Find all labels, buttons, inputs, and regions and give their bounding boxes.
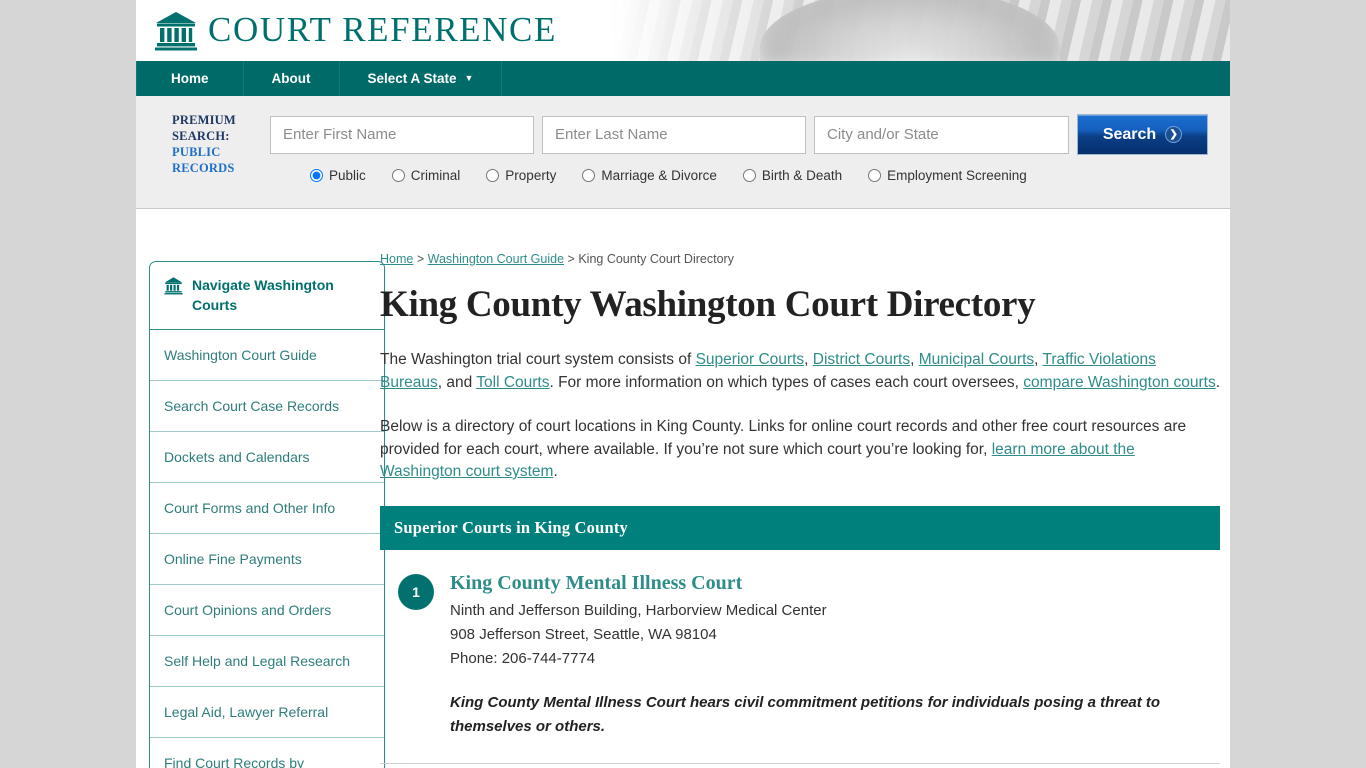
breadcrumb-separator-2: > xyxy=(567,252,575,266)
intro-paragraph-1: The Washington trial court system consis… xyxy=(380,349,1220,394)
first-name-input[interactable] xyxy=(270,115,534,154)
link-toll-courts[interactable]: Toll Courts xyxy=(476,374,549,391)
premium-label-line1: PREMIUM xyxy=(172,113,236,127)
chevron-down-icon: ▼ xyxy=(464,73,474,83)
premium-search-bar: PREMIUM SEARCH: PUBLIC RECORDS Search ❯ … xyxy=(136,96,1230,209)
radio-label-property: Property xyxy=(505,168,557,183)
breadcrumb-link-home[interactable]: Home xyxy=(380,252,413,266)
search-category-radio-group: Public Criminal Property Marriage & Divo… xyxy=(310,168,1053,183)
sidebar-item-self-help-and-legal-research[interactable]: Self Help and Legal Research xyxy=(150,636,384,687)
sidebar-item-online-fine-payments[interactable]: Online Fine Payments xyxy=(150,534,384,585)
link-superior-courts[interactable]: Superior Courts xyxy=(696,351,805,368)
section-header-superior-courts: Superior Courts in King County xyxy=(380,505,1220,550)
court-listing-divider xyxy=(380,762,1220,764)
court-description-note: King County Mental Illness Court hears c… xyxy=(450,693,1161,735)
radio-option-birth-death[interactable]: Birth & Death xyxy=(742,168,843,183)
sidebar-item-court-opinions-and-orders[interactable]: Court Opinions and Orders xyxy=(150,585,384,636)
sidebar-item-search-court-case-records[interactable]: Search Court Case Records xyxy=(150,381,384,432)
intro1-text1: The Washington trial court system consis… xyxy=(380,351,696,368)
last-name-input[interactable] xyxy=(542,115,806,154)
breadcrumb-current: King County Court Directory xyxy=(578,252,734,266)
nav-item-about-label: About xyxy=(271,71,311,86)
site-brand-name: COURT REFERENCE xyxy=(208,10,557,49)
premium-label-line2: SEARCH: xyxy=(172,129,230,143)
breadcrumb-link-washington-court-guide[interactable]: Washington Court Guide xyxy=(428,252,564,266)
site-logo[interactable]: COURT REFERENCE xyxy=(154,8,557,52)
page-root: COURT REFERENCE Home About Select A Stat… xyxy=(0,0,1366,768)
court-details: King County Mental Illness Court Ninth a… xyxy=(450,572,1220,739)
intro1-text7: . xyxy=(1215,373,1221,391)
radio-option-property[interactable]: Property xyxy=(486,168,556,183)
search-button[interactable]: Search ❯ xyxy=(1077,114,1208,155)
radio-input-property[interactable] xyxy=(486,169,500,182)
breadcrumb: Home > Washington Court Guide > King Cou… xyxy=(380,252,1220,266)
main-navigation: Home About Select A State ▼ xyxy=(136,61,1230,96)
radio-option-public[interactable]: Public xyxy=(310,168,366,183)
intro1-text5: , and xyxy=(437,373,477,391)
sidebar-navigate-washington-courts: Navigate Washington Courts Washington Co… xyxy=(149,261,385,768)
courthouse-icon xyxy=(155,12,197,51)
nav-item-about[interactable]: About xyxy=(244,61,340,96)
sidebar-header: Navigate Washington Courts xyxy=(150,262,384,330)
radio-option-employment-screening[interactable]: Employment Screening xyxy=(868,168,1027,183)
intro1-text3: , xyxy=(910,351,919,368)
radio-label-criminal: Criminal xyxy=(410,168,461,183)
radio-input-criminal[interactable] xyxy=(391,169,405,182)
radio-label-employment-screening: Employment Screening xyxy=(887,168,1027,183)
court-name-link[interactable]: King County Mental Illness Court xyxy=(450,572,1220,595)
site-masthead: COURT REFERENCE xyxy=(136,0,1230,61)
radio-label-birth-death: Birth & Death xyxy=(761,168,843,183)
page-title: King County Washington Court Directory xyxy=(380,284,1036,325)
intro1-text2: , xyxy=(804,351,813,368)
main-column: Home > Washington Court Guide > King Cou… xyxy=(380,252,1225,764)
city-state-input[interactable] xyxy=(814,115,1069,154)
link-compare-washington-courts[interactable]: compare Washington courts xyxy=(1023,374,1215,391)
chevron-right-icon: ❯ xyxy=(1165,126,1183,143)
court-address-line-2: 908 Jefferson Street, Seattle, WA 98104 xyxy=(450,625,717,643)
intro1-text6: . For more information on which types of… xyxy=(549,373,1024,391)
intro2-text2: . xyxy=(553,463,558,480)
link-municipal-courts[interactable]: Municipal Courts xyxy=(919,351,1034,368)
radio-input-public[interactable] xyxy=(310,169,323,182)
radio-option-marriage-divorce[interactable]: Marriage & Divorce xyxy=(582,168,717,183)
nav-item-home-label: Home xyxy=(171,71,209,86)
court-number-badge: 1 xyxy=(398,573,434,610)
intro-paragraph-2: Below is a directory of court locations … xyxy=(380,416,1220,484)
court-phone: Phone: 206-744-7774 xyxy=(450,649,596,667)
link-district-courts[interactable]: District Courts xyxy=(813,351,910,368)
radio-input-birth-death[interactable] xyxy=(742,169,756,182)
nav-item-select-a-state[interactable]: Select A State ▼ xyxy=(340,61,503,96)
radio-label-public: Public xyxy=(329,168,366,183)
premium-label-line4: RECORDS xyxy=(172,161,235,175)
sidebar-item-dockets-and-calendars[interactable]: Dockets and Calendars xyxy=(150,432,384,483)
radio-input-marriage-divorce[interactable] xyxy=(582,169,596,182)
search-button-label: Search xyxy=(1102,125,1157,143)
sidebar-item-court-forms-and-other-info[interactable]: Court Forms and Other Info xyxy=(150,483,384,534)
search-fields-group: Search ❯ xyxy=(270,114,1208,155)
premium-search-label: PREMIUM SEARCH: PUBLIC RECORDS xyxy=(172,112,268,176)
sidebar-header-label: Navigate Washington Courts xyxy=(192,277,334,313)
nav-item-select-a-state-label: Select A State xyxy=(367,71,457,86)
courthouse-icon xyxy=(164,277,183,295)
premium-label-line3: PUBLIC xyxy=(172,145,221,159)
sidebar-item-legal-aid-lawyer-referral[interactable]: Legal Aid, Lawyer Referral xyxy=(150,687,384,738)
breadcrumb-separator-1: > xyxy=(416,252,425,266)
sidebar-item-washington-court-guide[interactable]: Washington Court Guide xyxy=(150,330,384,381)
site-container: COURT REFERENCE Home About Select A Stat… xyxy=(136,0,1230,768)
radio-option-criminal[interactable]: Criminal xyxy=(391,168,461,183)
sidebar-item-find-court-records-by-county[interactable]: Find Court Records by Washington County xyxy=(150,738,384,768)
radio-label-marriage-divorce: Marriage & Divorce xyxy=(601,168,717,183)
nav-item-home[interactable]: Home xyxy=(136,61,244,96)
radio-input-employment-screening[interactable] xyxy=(868,169,882,182)
court-listing-item: 1 King County Mental Illness Court Ninth… xyxy=(380,550,1220,757)
court-address-line-1: Ninth and Jefferson Building, Harborview… xyxy=(450,601,827,619)
masthead-architecture-photo xyxy=(610,0,1230,61)
